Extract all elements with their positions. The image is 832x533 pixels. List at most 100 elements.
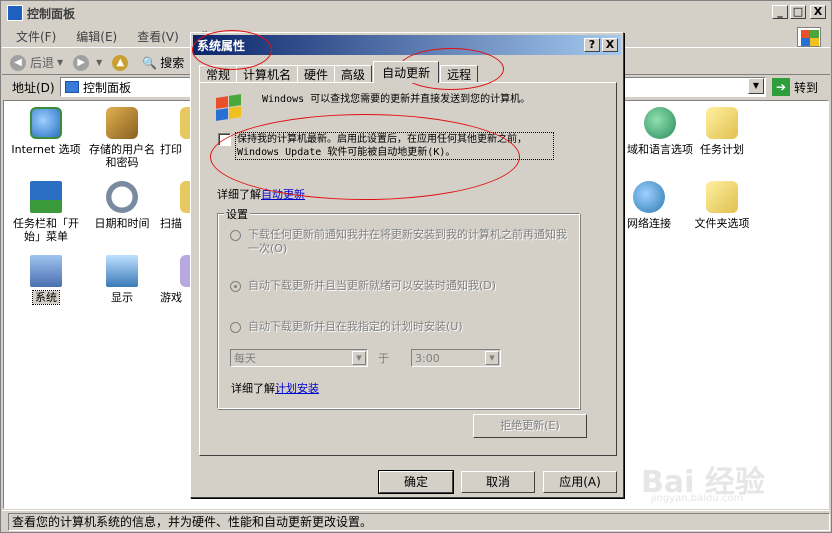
option-label: 自动下载更新并且在我指定的计划时安装(U) xyxy=(248,320,463,333)
taskbar-icon xyxy=(30,181,62,213)
window-title: 控制面板 xyxy=(27,6,76,21)
menu-file[interactable]: 文件(F) xyxy=(16,28,56,45)
cp-item-label: Internet 选项 xyxy=(11,143,81,156)
cp-item-label: 显示 xyxy=(111,291,133,304)
learn-more-prefix: 详细了解 xyxy=(231,382,275,395)
address-value: 控制面板 xyxy=(83,80,132,95)
cp-item-date-time[interactable]: 日期和时间 xyxy=(86,181,158,230)
dialog-titlebar[interactable]: 系统属性 ? X xyxy=(193,35,621,55)
schedule-time-value: 3:00 xyxy=(415,351,440,365)
option-label: 下载任何更新前通知我并在将更新安装到我的计算机之前再通知我一次(O) xyxy=(248,228,567,255)
watermark-url: jingyan.baidu.com xyxy=(651,493,744,504)
cp-item-label: 日期和时间 xyxy=(94,217,150,230)
radio-auto-download-schedule[interactable] xyxy=(230,322,241,333)
cp-item-label: 存储的用户名和密码 xyxy=(89,143,155,169)
chevron-down-icon: ▼ xyxy=(485,351,499,365)
settings-group-title: 设置 xyxy=(224,206,250,222)
cp-item-taskbar[interactable]: 任务栏和「开始」菜单 xyxy=(10,181,82,243)
maximize-button[interactable]: □ xyxy=(790,5,806,19)
schedule-time-select[interactable]: 3:00 ▼ xyxy=(411,349,501,367)
cp-item-label: 任务栏和「开始」菜单 xyxy=(13,217,79,243)
cp-item-label: 文件夹选项 xyxy=(694,217,750,230)
help-button[interactable]: ? xyxy=(584,38,600,52)
tab-automatic-updates[interactable]: 自动更新 xyxy=(373,61,440,83)
forward-button[interactable]: ▶ ▼ xyxy=(73,54,103,71)
learn-more-schedule: 详细了解计划安装 xyxy=(231,380,319,396)
control-panel-icon xyxy=(7,5,23,21)
cp-item-stored-passwords[interactable]: 存储的用户名和密码 xyxy=(86,107,158,169)
schedule-day-select[interactable]: 每天 ▼ xyxy=(230,349,368,367)
go-label: 转到 xyxy=(794,80,819,95)
windows-logo-icon xyxy=(797,27,821,47)
apply-button[interactable]: 应用(A) xyxy=(543,471,617,493)
automatic-updates-panel: Windows 可以查找您需要的更新并直接发送到您的计算机。 保持我的计算机最新… xyxy=(199,82,617,456)
chevron-down-icon: ▼ xyxy=(57,58,64,67)
tab-remote[interactable]: 远程 xyxy=(440,65,479,83)
keep-updated-checkbox[interactable] xyxy=(218,133,231,146)
keep-updated-checkbox-row[interactable]: 保持我的计算机最新。启用此设置后，在应用任何其他更新之前，Windows Upd… xyxy=(218,132,554,160)
windows-update-icon xyxy=(212,91,242,121)
chevron-down-icon: ▼ xyxy=(96,58,103,67)
tab-strip: 常规 计算机名 硬件 高级 自动更新 远程 xyxy=(199,61,479,83)
search-icon: 🔍 xyxy=(142,55,158,70)
decline-updates-button[interactable]: 拒绝更新(E) xyxy=(473,414,587,438)
tab-general[interactable]: 常规 xyxy=(199,65,238,83)
cp-item-label: 系统 xyxy=(32,290,60,305)
control-panel-icon xyxy=(65,81,79,93)
settings-group: 设置 下载任何更新前通知我并在将更新安装到我的计算机之前再通知我一次(O) 自动… xyxy=(217,206,580,409)
keep-updated-label: 保持我的计算机最新。启用此设置后，在应用任何其他更新之前，Windows Upd… xyxy=(235,132,554,160)
status-bar: 查看您的计算机系统的信息，并为硬件、性能和自动更新更改设置。 xyxy=(2,510,830,532)
cp-item-display[interactable]: 显示 xyxy=(86,255,158,304)
learn-more-updates: 详细了解自动更新 xyxy=(217,186,305,202)
cp-item-folder-options[interactable]: 文件夹选项 xyxy=(686,181,758,230)
network-icon xyxy=(633,181,665,213)
radio-notify-before-download[interactable] xyxy=(230,230,241,241)
menu-edit[interactable]: 编辑(E) xyxy=(76,28,117,45)
back-button[interactable]: ◀ 后退 ▼ xyxy=(10,54,63,71)
address-dropdown-button[interactable]: ▼ xyxy=(748,78,764,94)
address-label: 地址(D) xyxy=(12,80,55,95)
schedule-day-value: 每天 xyxy=(234,352,256,365)
stored-passwords-icon xyxy=(106,107,138,139)
minimize-button[interactable]: _ xyxy=(772,5,788,19)
go-button[interactable]: ➔ 转到 xyxy=(772,77,818,97)
tab-computer-name[interactable]: 计算机名 xyxy=(236,65,299,83)
dialog-close-button[interactable]: X xyxy=(602,38,618,52)
scheduled-install-link[interactable]: 计划安装 xyxy=(275,382,319,395)
menu-view[interactable]: 查看(V) xyxy=(137,28,179,45)
back-arrow-icon: ◀ xyxy=(10,54,26,71)
option-label: 自动下载更新并且当更新就绪可以安装时通知我(D) xyxy=(248,279,497,292)
option-auto-download-schedule[interactable]: 自动下载更新并且在我指定的计划时安装(U) xyxy=(230,320,568,334)
window-titlebar[interactable]: 控制面板 _ □ X xyxy=(2,2,830,24)
dialog-footer: 确定 取消 应用(A) xyxy=(378,470,617,494)
search-button[interactable]: 🔍 搜索 xyxy=(142,54,184,71)
back-label: 后退 xyxy=(30,56,55,70)
clock-icon xyxy=(106,181,138,213)
auto-update-link[interactable]: 自动更新 xyxy=(261,188,305,201)
go-arrow-icon: ➔ xyxy=(772,78,790,96)
folder-options-icon xyxy=(706,181,738,213)
system-properties-dialog: 系统属性 ? X 常规 计算机名 硬件 高级 自动更新 远程 Windows 可… xyxy=(190,32,624,498)
up-folder-button[interactable]: ▲ xyxy=(112,54,132,71)
dialog-title: 系统属性 xyxy=(197,38,246,53)
chevron-down-icon: ▼ xyxy=(352,351,366,365)
tab-hardware[interactable]: 硬件 xyxy=(297,65,336,83)
close-button[interactable]: X xyxy=(810,5,826,19)
option-notify-before-download[interactable]: 下载任何更新前通知我并在将更新安装到我的计算机之前再通知我一次(O) xyxy=(230,228,568,256)
status-text: 查看您的计算机系统的信息，并为硬件、性能和自动更新更改设置。 xyxy=(8,512,830,531)
internet-options-icon xyxy=(30,107,62,139)
cp-item-internet-options[interactable]: Internet 选项 xyxy=(10,107,82,156)
cp-item-scheduled-tasks[interactable]: 任务计划 xyxy=(686,107,758,156)
learn-more-prefix: 详细了解 xyxy=(217,188,261,201)
cancel-button[interactable]: 取消 xyxy=(461,471,535,493)
cp-item-system[interactable]: 系统 xyxy=(10,255,82,305)
tab-advanced[interactable]: 高级 xyxy=(334,65,373,83)
ok-button[interactable]: 确定 xyxy=(378,470,454,494)
search-label: 搜索 xyxy=(160,56,185,70)
radio-auto-download-notify[interactable] xyxy=(230,281,241,292)
system-icon xyxy=(30,255,62,287)
option-auto-download-notify[interactable]: 自动下载更新并且当更新就绪可以安装时通知我(D) xyxy=(230,279,568,293)
cp-item-network-connections[interactable]: 网络连接 xyxy=(616,181,682,230)
cp-item-label: 网络连接 xyxy=(627,217,671,230)
display-icon xyxy=(106,255,138,287)
